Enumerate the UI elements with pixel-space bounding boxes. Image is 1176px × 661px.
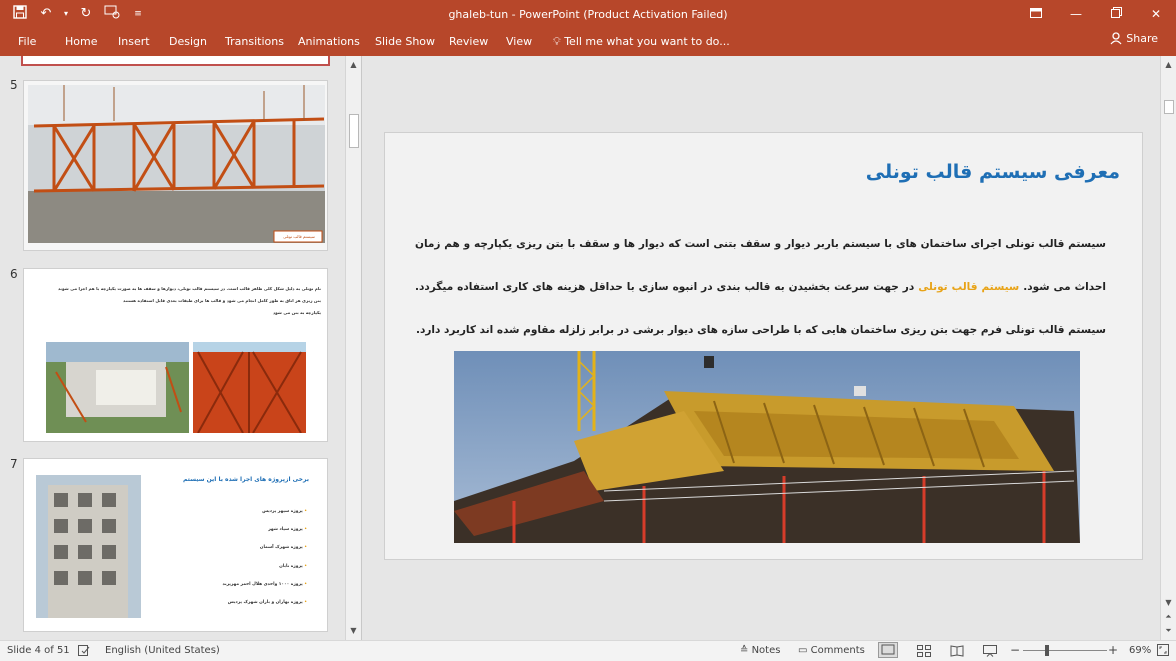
list-item: • پروژه ۱۰۰۰ واحدی هلال احمر مهرپرند (222, 581, 307, 587)
tab-animations[interactable]: Animations (298, 34, 360, 50)
slide-5-thumbnail[interactable]: سیستم قالب تونلی (23, 80, 328, 251)
slide-counter: Slide 4 of 51 (7, 645, 70, 656)
comments-button[interactable]: ▭ Comments (798, 645, 865, 656)
lightbulb-icon: 💡︎ (553, 35, 561, 48)
scroll-up-icon[interactable]: ▲ (346, 58, 361, 72)
thumbnail-number: 7 (10, 457, 18, 471)
list-item: • پروژه تابان (279, 563, 307, 569)
tunnel-formwork-photo[interactable] (454, 351, 1080, 543)
list-item: • پروژه بهاران و باران شهرک پردیس (227, 600, 307, 606)
thumbnail-text: نام تونلی به دلیل شکل کلی ظاهر قالب است.… (58, 286, 321, 315)
previous-slide-icon[interactable]: ⏶ (1161, 610, 1176, 624)
comment-icon: ▭ (798, 645, 808, 656)
tab-home[interactable]: Home (65, 34, 97, 50)
title-bar: ↶ ▾ ↻ ≡ ghaleb-tun - PowerPoint (Product… (0, 0, 1176, 30)
next-slide-icon[interactable]: ⏷ (1161, 624, 1176, 638)
normal-view-button[interactable] (878, 642, 898, 661)
close-icon[interactable]: ✕ (1136, 0, 1176, 30)
scroll-up-icon[interactable]: ▲ (1161, 58, 1176, 72)
user-icon (1110, 32, 1122, 45)
tab-transitions[interactable]: Transitions (225, 34, 284, 50)
slide-sorter-view-icon[interactable] (917, 645, 931, 660)
tab-insert[interactable]: Insert (118, 34, 150, 50)
reading-view-icon[interactable] (950, 645, 964, 660)
thumbnail-number: 6 (10, 267, 18, 281)
thumbnails-scrollbar[interactable]: ▲ ▼ (345, 56, 361, 640)
slide-scrollbar[interactable]: ▲ ▼ ⏶ ⏷ (1160, 56, 1176, 640)
tab-design[interactable]: Design (169, 34, 207, 50)
slide-7-thumbnail[interactable]: برخی ازپروژه های اجرا شده با این سیستم •… (23, 458, 328, 632)
highlighted-term: سیستم قالب تونلی (918, 281, 1020, 293)
construction-photo (46, 342, 189, 433)
slide-editor: معرفی سیستم قالب تونلی سیستم قالب تونلی … (363, 56, 1176, 640)
tab-slide-show[interactable]: Slide Show (375, 34, 435, 50)
spell-check-icon[interactable] (78, 645, 90, 659)
slide-4-thumbnail-edge[interactable] (21, 56, 330, 66)
zoom-slider[interactable] (1023, 650, 1107, 651)
language-indicator[interactable]: English (United States) (105, 645, 220, 656)
slide-thumbnails-pane: 5 سیستم قالب تونلی 6 نام تونلی به دلیل ش… (0, 56, 362, 640)
list-item: • پروژه شهرک آسمان (259, 545, 307, 551)
scroll-down-icon[interactable]: ▼ (346, 624, 361, 638)
minimize-icon[interactable]: — (1056, 0, 1096, 30)
zoom-in-button[interactable]: + (1108, 643, 1118, 657)
share-button[interactable]: Share (1110, 32, 1158, 45)
scroll-down-icon[interactable]: ▼ (1161, 596, 1176, 610)
ribbon-display-options-icon[interactable] (1016, 0, 1056, 30)
tab-review[interactable]: Review (449, 34, 488, 50)
thumbnail-list: • پروژه سپهر پردیس • پروژه سپاد شهر • پر… (222, 503, 307, 612)
scrollbar-thumb[interactable] (349, 114, 359, 148)
tell-me-box[interactable]: 💡︎ Tell me what you want to do... (553, 34, 730, 50)
scrollbar-thumb[interactable] (1164, 100, 1174, 114)
zoom-level[interactable]: 69% (1129, 645, 1151, 656)
building-photo (36, 475, 141, 618)
list-item: • پروژه سپاد شهر (268, 527, 307, 533)
notes-icon: ≙ (740, 645, 749, 656)
ribbon-tabs: File Home Insert Design Transitions Anim… (0, 30, 1176, 56)
zoom-out-button[interactable]: − (1010, 643, 1020, 657)
slide-show-view-icon[interactable] (983, 645, 997, 660)
restore-icon[interactable] (1096, 0, 1136, 30)
thumbnail-number: 5 (10, 78, 18, 92)
notes-button[interactable]: ≙ Notes (740, 645, 780, 656)
zoom-slider-handle[interactable] (1045, 645, 1049, 656)
slide-body-text[interactable]: سیستم قالب تونلی اجرای ساختمان های با سی… (415, 223, 1106, 352)
tab-file[interactable]: File (18, 34, 36, 50)
fit-slide-icon[interactable] (1157, 644, 1169, 659)
tunnel-form-photo (193, 342, 306, 433)
current-slide[interactable]: معرفی سیستم قالب تونلی سیستم قالب تونلی … (384, 132, 1143, 560)
slide-6-thumbnail[interactable]: نام تونلی به دلیل شکل کلی ظاهر قالب است.… (23, 268, 328, 442)
construction-photo (24, 81, 327, 250)
slide-title[interactable]: معرفی سیستم قالب تونلی (866, 161, 1120, 183)
list-item: • پروژه سپهر پردیس (262, 509, 307, 514)
thumbnail-title: برخی ازپروژه های اجرا شده با این سیستم (182, 476, 309, 483)
tab-view[interactable]: View (506, 34, 532, 50)
thumbnail-caption: سیستم قالب تونلی (283, 234, 315, 239)
window-title: ghaleb-tun - PowerPoint (Product Activat… (448, 8, 728, 21)
status-bar: Slide 4 of 51 English (United States) ≙ … (0, 640, 1176, 661)
